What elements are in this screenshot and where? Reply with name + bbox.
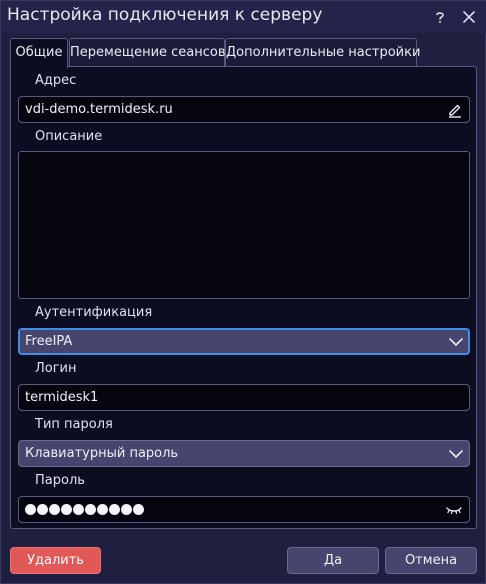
tab-advanced-settings[interactable]: Дополнительные настройки xyxy=(225,38,420,67)
password-mask-dot xyxy=(85,504,96,515)
window-title: Настройка подключения к серверу xyxy=(7,5,323,25)
password-type-selected-value: Клавиатурный пароль xyxy=(25,446,179,461)
ok-button[interactable]: Да xyxy=(287,547,379,574)
login-label: Логин xyxy=(35,361,77,376)
password-mask-dot xyxy=(121,504,132,515)
pencil-clear-icon[interactable] xyxy=(447,102,463,122)
cancel-button[interactable]: Отмена xyxy=(385,547,477,574)
password-masked-value xyxy=(25,501,144,515)
login-value: termidesk1 xyxy=(25,390,99,405)
password-mask-dot xyxy=(25,504,36,515)
password-mask-dot xyxy=(49,504,60,515)
password-mask-dot xyxy=(61,504,72,515)
address-field[interactable]: vdi-demo.termidesk.ru xyxy=(18,96,470,123)
help-button[interactable] xyxy=(431,8,449,26)
auth-selected-value: FreeIPA xyxy=(25,334,73,349)
login-field[interactable]: termidesk1 xyxy=(18,384,470,411)
address-value: vdi-demo.termidesk.ru xyxy=(25,102,173,117)
password-mask-dot xyxy=(133,504,144,515)
close-window-button[interactable] xyxy=(460,8,478,26)
description-label: Описание xyxy=(35,129,103,144)
address-label: Адрес xyxy=(35,73,77,88)
delete-button[interactable]: Удалить xyxy=(10,547,101,574)
password-field[interactable] xyxy=(18,496,470,523)
title-bar[interactable]: Настройка подключения к серверу xyxy=(1,1,486,33)
question-icon xyxy=(436,12,444,23)
password-label: Пароль xyxy=(35,473,85,488)
tab-session-migration[interactable]: Перемещение сеансов xyxy=(69,38,226,67)
auth-select[interactable]: FreeIPA xyxy=(18,328,470,355)
password-mask-dot xyxy=(73,504,84,515)
general-tab-panel: Адрес vdi-demo.termidesk.ru Описание Аут… xyxy=(10,66,477,529)
password-mask-dot xyxy=(37,504,48,515)
settings-dialog: Настройка подключения к серверу Общие Пе… xyxy=(0,0,486,584)
chevron-down-icon xyxy=(448,446,464,466)
tab-general[interactable]: Общие xyxy=(10,38,68,68)
password-mask-dot xyxy=(97,504,108,515)
eye-closed-icon[interactable] xyxy=(445,502,463,522)
password-type-label: Тип пароля xyxy=(35,417,113,432)
close-icon xyxy=(463,11,475,23)
chevron-down-icon xyxy=(448,334,464,354)
auth-label: Аутентификация xyxy=(35,305,153,320)
description-textarea[interactable] xyxy=(18,151,470,299)
password-mask-dot xyxy=(109,504,120,515)
password-type-select[interactable]: Клавиатурный пароль xyxy=(18,440,470,467)
